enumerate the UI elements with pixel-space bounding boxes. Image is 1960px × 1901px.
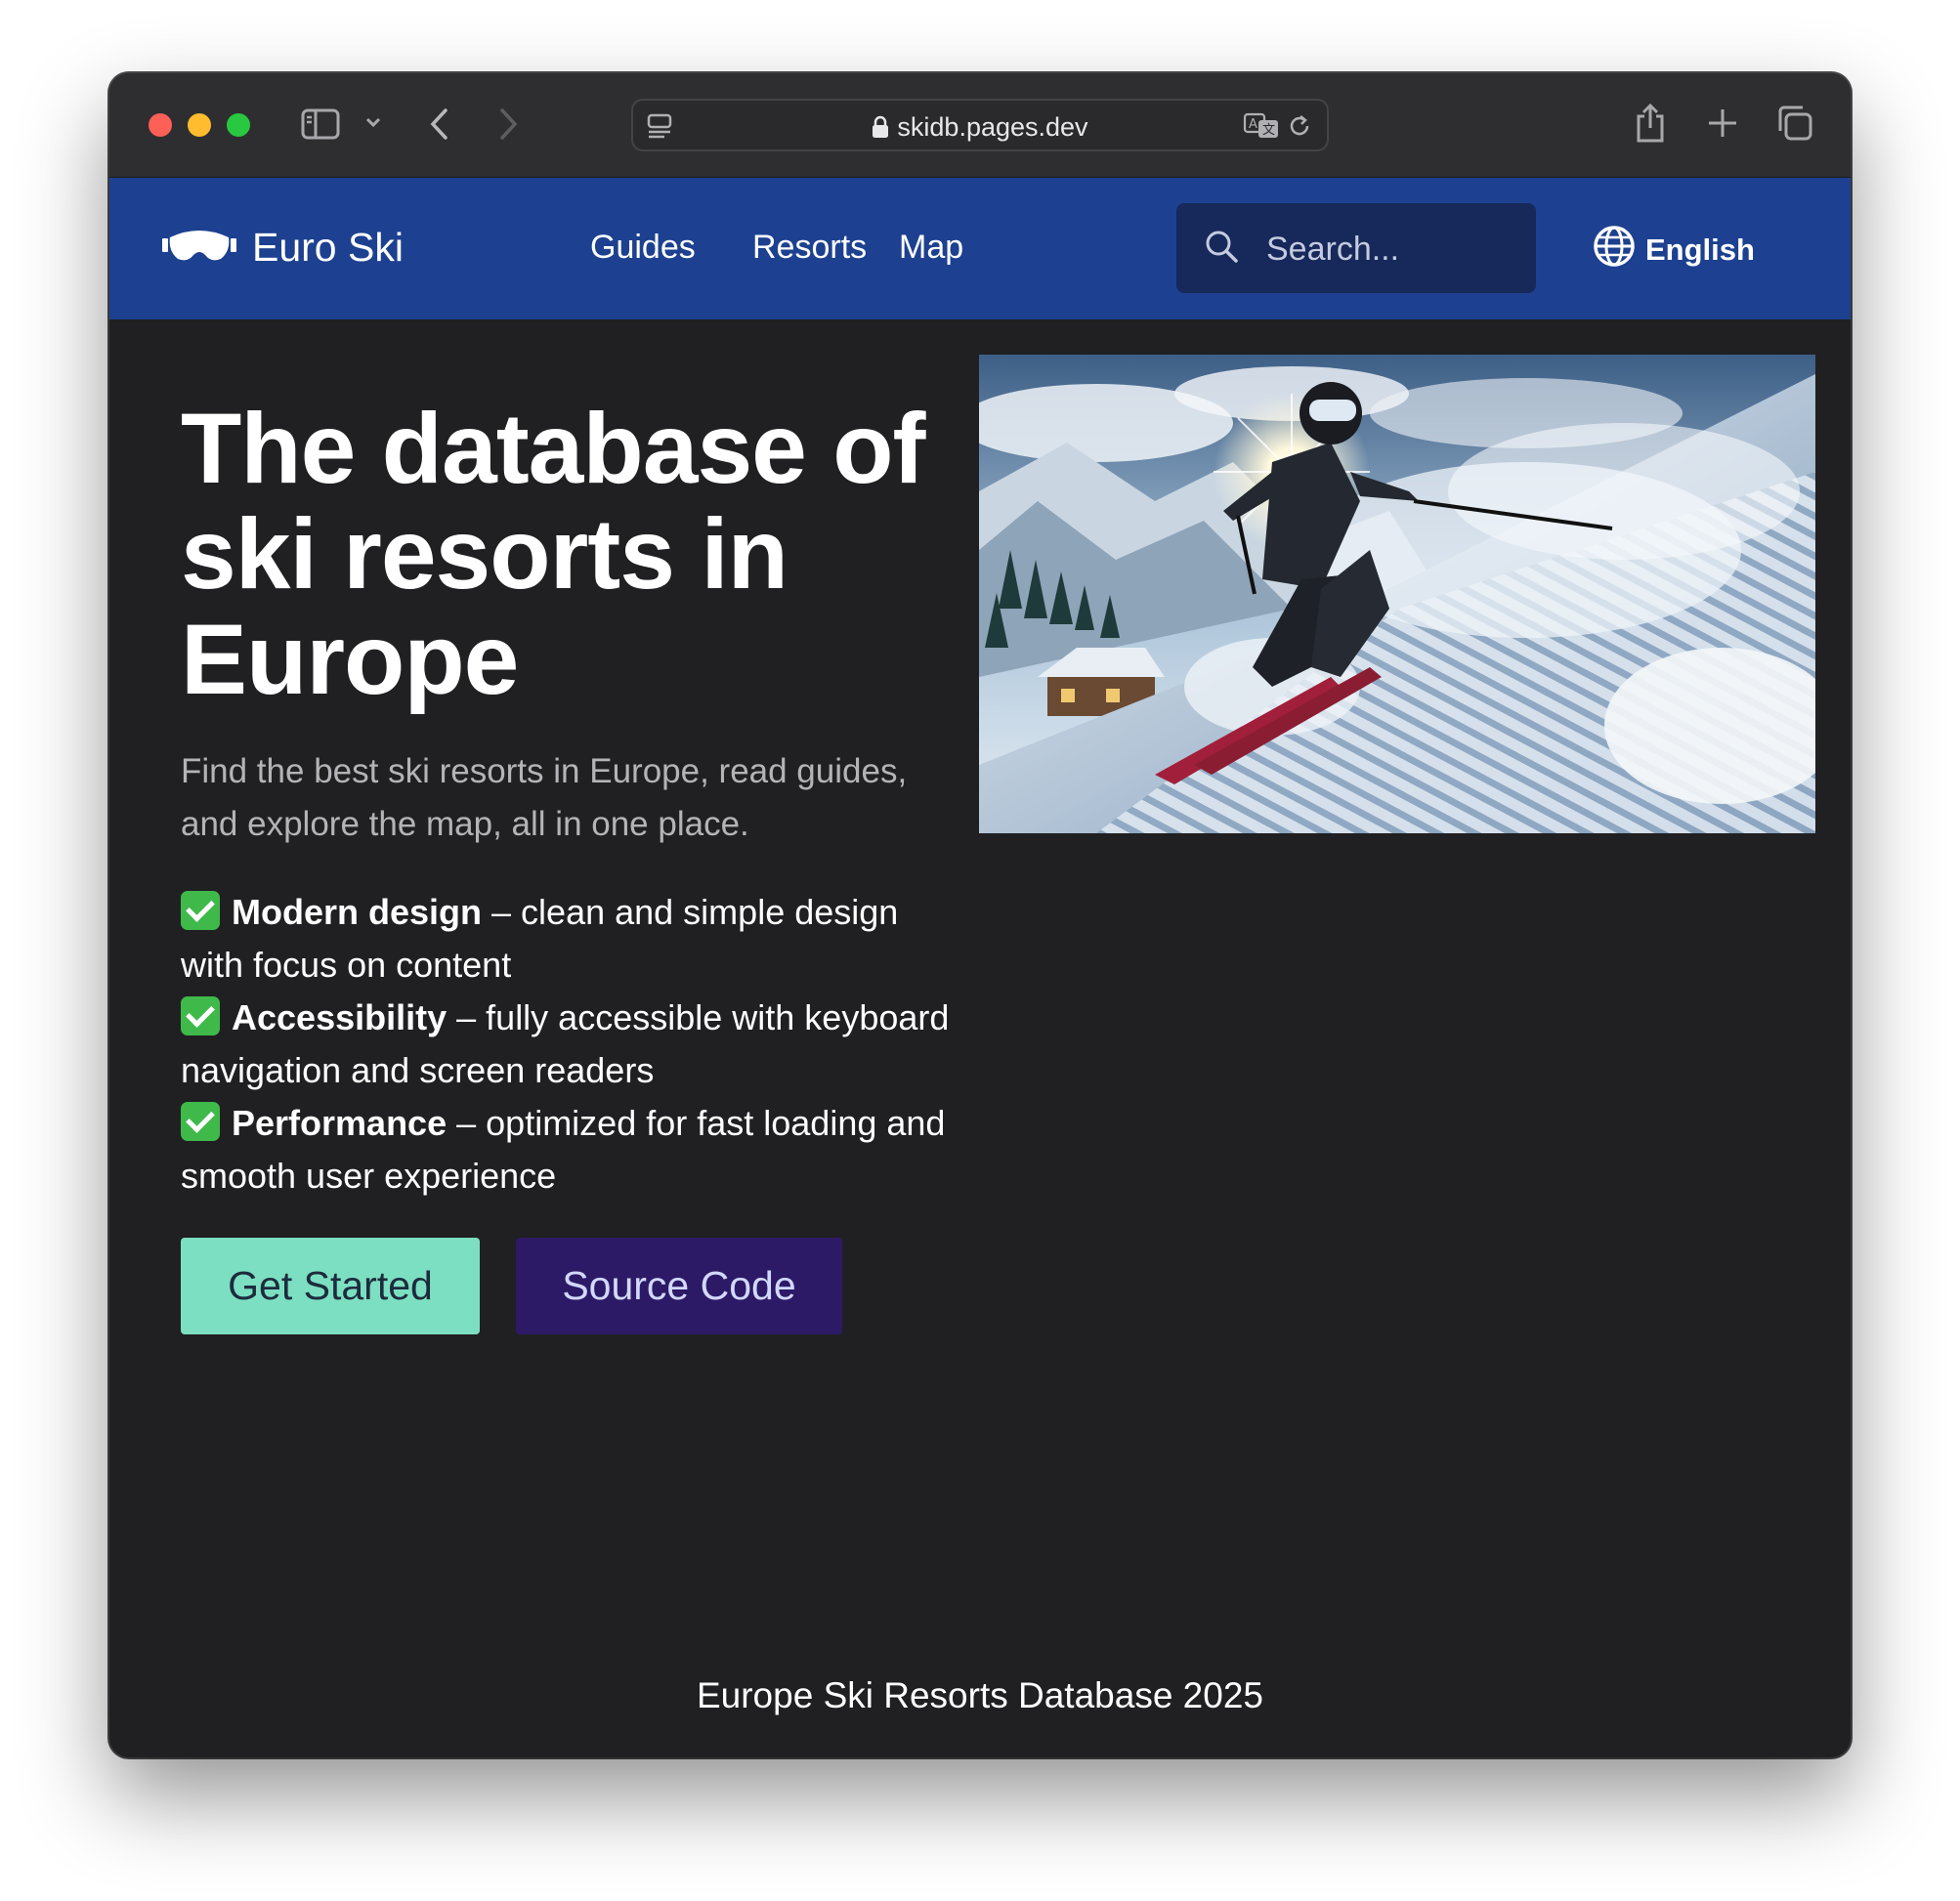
checkmark-icon [181,891,220,930]
search-input[interactable] [1264,223,1522,275]
checkmark-icon [181,996,220,1035]
checkmark-icon [181,1102,220,1141]
close-window-button[interactable] [149,113,172,137]
browser-window: skidb.pages.dev A文 Euro Ski Guides Resor… [109,73,1851,1757]
get-started-button[interactable]: Get Started [181,1238,480,1334]
ski-goggles-icon [162,226,236,270]
url-label: skidb.pages.dev [897,112,1088,142]
back-icon[interactable] [428,106,451,142]
language-label: English [1645,232,1755,267]
feature-title: Accessibility [232,997,447,1037]
address-bar[interactable]: skidb.pages.dev A文 [631,99,1329,151]
search-box[interactable] [1176,203,1536,293]
brand-link[interactable]: Euro Ski [162,225,404,271]
language-selector[interactable]: English [1593,225,1755,275]
share-icon[interactable] [1634,103,1667,144]
site-header: Euro Ski Guides Resorts Map English [109,178,1851,319]
hero-title: The database of ski resorts in Europe [181,393,926,715]
reload-icon[interactable] [1286,112,1313,140]
forward-icon[interactable] [496,106,520,142]
globe-icon [1593,225,1636,275]
source-code-button[interactable]: Source Code [516,1238,842,1334]
chevron-down-icon[interactable] [365,116,381,128]
translate-icon[interactable]: A文 [1243,112,1282,140]
hero-subtitle: Find the best ski resorts in Europe, rea… [181,752,908,843]
hero-image-skier [979,355,1815,833]
feature-item: Modern design – clean and simple design … [181,886,962,992]
feature-title: Modern design [232,892,483,932]
new-tab-icon[interactable] [1706,106,1739,140]
url-text: skidb.pages.dev [633,112,1327,146]
lock-icon [872,115,889,146]
feature-title: Performance [232,1103,447,1143]
nav-link-map[interactable]: Map [899,229,963,267]
svg-text:A: A [1249,117,1257,132]
svg-text:文: 文 [1262,123,1275,138]
zoom-window-button[interactable] [227,113,250,137]
brand-name: Euro Ski [252,225,404,270]
search-icon [1204,229,1241,271]
sidebar-toggle-icon[interactable] [301,106,340,142]
nav-link-resorts[interactable]: Resorts [752,229,867,267]
tab-overview-icon[interactable] [1776,105,1813,142]
nav-link-guides[interactable]: Guides [590,229,696,267]
browser-toolbar: skidb.pages.dev A文 [109,73,1851,179]
feature-list: Modern design – clean and simple design … [181,886,962,1203]
feature-item: Accessibility – fully accessible with ke… [181,992,962,1097]
minimize-window-button[interactable] [188,113,211,137]
feature-item: Performance – optimized for fast loading… [181,1097,962,1203]
footer-text: Europe Ski Resorts Database 2025 [696,1675,1263,1715]
